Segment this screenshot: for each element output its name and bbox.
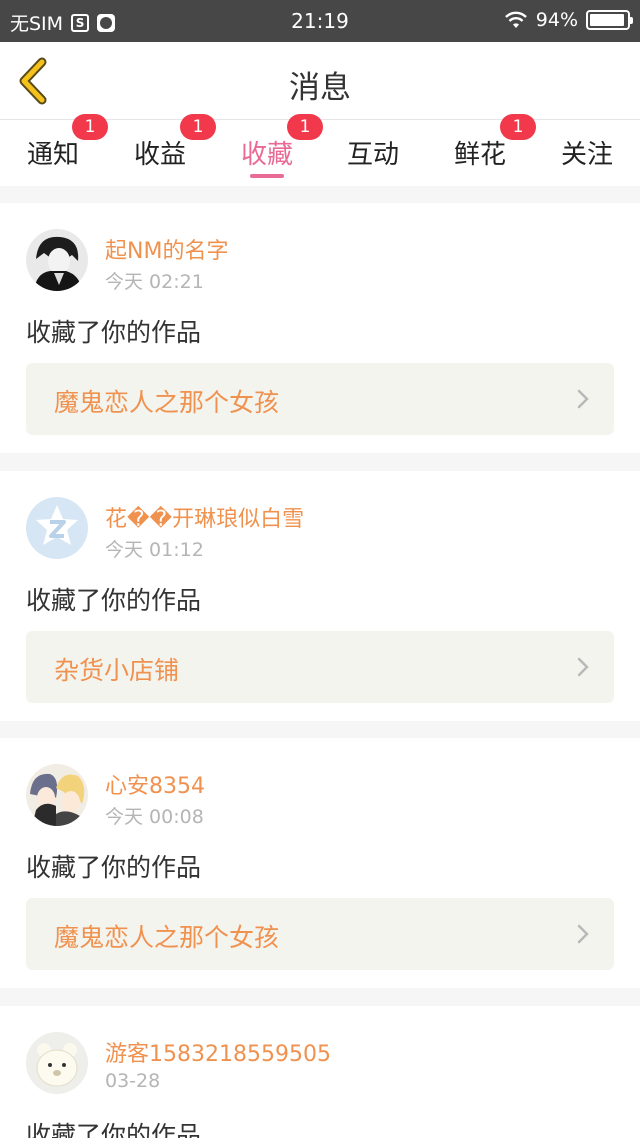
message-time: 今天 00:08 bbox=[105, 806, 204, 828]
username[interactable]: 心安8354 bbox=[105, 768, 205, 800]
tab-favorites[interactable]: 收藏 1 bbox=[214, 114, 323, 186]
work-link[interactable]: 杂货小店铺 bbox=[26, 631, 614, 703]
tab-label: 鲜花 bbox=[453, 140, 506, 170]
work-title: 杂货小店铺 bbox=[54, 656, 180, 685]
unread-badge: 1 bbox=[72, 114, 108, 140]
tab-flowers[interactable]: 鲜花 1 bbox=[427, 114, 536, 186]
tab-interaction[interactable]: 互动 bbox=[320, 120, 426, 186]
avatar[interactable] bbox=[26, 764, 88, 826]
tab-notice[interactable]: 通知 1 bbox=[0, 114, 108, 186]
chevron-right-icon bbox=[577, 389, 589, 409]
username[interactable]: 花��开琳琅似白雪 bbox=[105, 501, 304, 533]
message-time: 今天 02:21 bbox=[105, 271, 204, 293]
message-card: 起NM的名字 今天 02:21 收藏了你的作品 魔鬼恋人之那个女孩 bbox=[0, 203, 640, 453]
nav-header: 消息 bbox=[0, 42, 640, 120]
message-text: 收藏了你的作品 bbox=[26, 586, 202, 615]
message-card: 花��开琳琅似白雪 今天 01:12 收藏了你的作品 杂货小店铺 bbox=[0, 471, 640, 721]
work-link[interactable]: 魔鬼恋人之那个女孩 bbox=[26, 363, 614, 435]
work-title: 魔鬼恋人之那个女孩 bbox=[54, 923, 280, 952]
tab-follow[interactable]: 关注 bbox=[534, 120, 640, 186]
unread-badge: 1 bbox=[180, 114, 216, 140]
page-title: 消息 bbox=[289, 70, 351, 106]
unread-badge: 1 bbox=[500, 114, 536, 140]
message-time: 03-28 bbox=[105, 1070, 161, 1092]
tab-label: 互动 bbox=[346, 140, 399, 170]
chevron-right-icon bbox=[577, 657, 589, 677]
message-time: 今天 01:12 bbox=[105, 539, 204, 561]
message-card: 心安8354 今天 00:08 收藏了你的作品 魔鬼恋人之那个女孩 bbox=[0, 738, 640, 988]
avatar[interactable] bbox=[26, 497, 88, 559]
work-link[interactable]: 魔鬼恋人之那个女孩 bbox=[26, 898, 614, 970]
battery-percent: 94% bbox=[535, 9, 578, 31]
message-text: 收藏了你的作品 bbox=[26, 318, 202, 347]
tab-label: 关注 bbox=[560, 140, 613, 170]
username[interactable]: 游客1583218559505 bbox=[105, 1036, 331, 1068]
avatar[interactable] bbox=[26, 1032, 88, 1094]
avatar[interactable] bbox=[26, 229, 88, 291]
tab-earnings[interactable]: 收益 1 bbox=[107, 114, 216, 186]
username[interactable]: 起NM的名字 bbox=[105, 233, 228, 265]
tab-label: 收藏 bbox=[240, 140, 293, 170]
tab-label: 收益 bbox=[133, 140, 186, 170]
tab-label: 通知 bbox=[26, 140, 79, 170]
message-text: 收藏了你的作品 bbox=[26, 853, 202, 882]
active-tab-indicator bbox=[250, 174, 284, 178]
work-title: 魔鬼恋人之那个女孩 bbox=[54, 388, 280, 417]
chevron-right-icon bbox=[577, 924, 589, 944]
battery-icon bbox=[586, 10, 633, 30]
message-text: 收藏了你的作品 bbox=[26, 1121, 202, 1138]
tab-bar: 通知 1 收益 1 收藏 1 互动 鲜花 1 关注 bbox=[0, 114, 640, 186]
unread-badge: 1 bbox=[287, 114, 323, 140]
wifi-icon bbox=[504, 11, 527, 28]
status-bar: 无SIM S 21:19 94% bbox=[0, 0, 640, 42]
message-card: 游客1583218559505 03-28 收藏了你的作品 bbox=[0, 1006, 640, 1138]
